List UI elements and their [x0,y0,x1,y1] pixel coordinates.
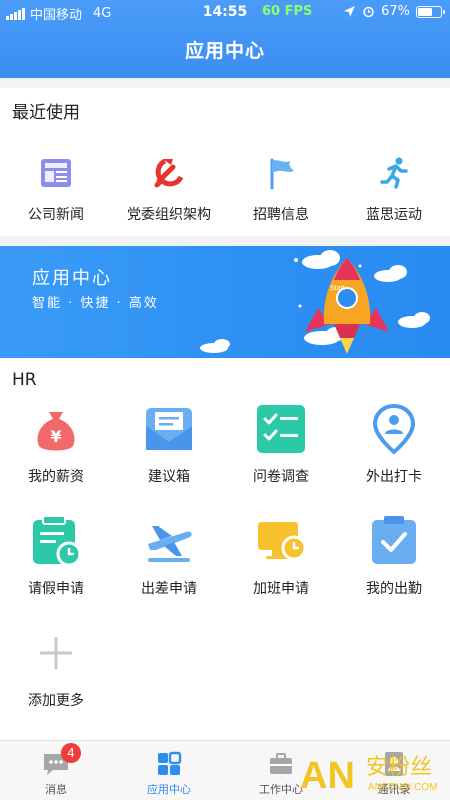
recent-item-label: 党委组织架构 [127,207,211,223]
message-icon: 4 [41,743,81,779]
recent-item-label: 蓝思运动 [366,207,422,223]
overtime-monitor-icon [254,514,308,568]
hr-item-label: 建议箱 [148,469,190,485]
party-emblem-icon [142,146,196,200]
hr-item-my-salary[interactable]: ¥ 我的薪资 [0,402,112,486]
apps-grid-icon [154,749,184,779]
news-icon [29,146,83,200]
hr-section: HR ¥ 我的薪资 建议箱 问卷调查 外出打卡 请假申请 出差申请 加班申请 我… [0,358,450,740]
location-pin-icon [367,402,421,456]
recent-item-recruitment[interactable]: 招聘信息 [225,146,337,224]
hr-item-leave-request[interactable]: 请假申请 [0,514,112,598]
attendance-clipboard-icon [367,514,421,568]
status-bar: 中国移动 4G 14:55 60 FPS 67% [0,0,450,26]
hr-item-label: 出差申请 [141,581,197,597]
svg-text:安粉丝: 安粉丝 [366,755,432,780]
airplane-icon [142,514,196,568]
plus-icon [29,626,83,680]
hr-item-label: 问卷调查 [253,469,309,485]
app-header: 中国移动 4G 14:55 60 FPS 67% 应用中心 [0,0,450,78]
svg-text:¥: ¥ [50,427,61,446]
rocket-start-text: Start [330,285,345,292]
hr-item-label: 加班申请 [253,581,309,597]
hr-item-add-more[interactable]: 添加更多 [0,626,112,710]
recent-item-party-org[interactable]: 党委组织架构 [113,146,225,224]
hr-item-label: 我的出勤 [366,581,422,597]
hr-item-label: 请假申请 [28,581,84,597]
recent-item-company-news[interactable]: 公司新闻 [0,146,112,224]
hr-item-label: 我的薪资 [28,469,84,485]
nav-item-app-center[interactable]: 应用中心 [113,741,225,800]
battery-percent: 67% [381,4,410,19]
hr-item-survey[interactable]: 问卷调查 [225,402,337,486]
alarm-icon [363,6,374,18]
battery-icon [416,5,445,18]
page-title: 应用中心 [184,40,265,62]
app-center-banner[interactable]: 应用中心 智能 · 快捷 · 高效 Start [0,246,450,358]
svg-text:AN: AN [300,755,355,797]
rocket-illustration: Start [200,250,430,354]
briefcase-icon [266,749,296,779]
hr-item-my-attendance[interactable]: 我的出勤 [338,514,450,598]
money-bag-icon: ¥ [29,402,83,456]
watermark-logo: AN 安粉丝 ANFENSI.COM [296,748,446,800]
svg-text:ANFENSI.COM: ANFENSI.COM [368,782,437,793]
recent-section-title: 最近使用 [12,103,80,123]
recent-item-label: 招聘信息 [253,207,309,223]
watermark-graphic: AN 安粉丝 ANFENSI.COM [300,755,437,797]
battery-fill [418,7,432,16]
fps-label: 60 FPS [262,4,313,19]
hr-item-business-trip[interactable]: 出差申请 [113,514,225,598]
recent-item-label: 公司新闻 [28,207,84,223]
recent-item-lansi-sports[interactable]: 蓝思运动 [338,146,450,224]
nav-item-messages[interactable]: 4 消息 [0,741,112,800]
checklist-icon [254,402,308,456]
hr-item-label: 添加更多 [28,693,84,709]
nav-label: 消息 [45,783,67,796]
location-arrow-icon [344,6,356,17]
hr-item-suggestion-box[interactable]: 建议箱 [113,402,225,486]
hr-item-field-checkin[interactable]: 外出打卡 [338,402,450,486]
hr-item-overtime-request[interactable]: 加班申请 [225,514,337,598]
recent-section: 最近使用 公司新闻 党委组织架构 招聘信息 蓝思运动 [0,88,450,236]
status-right: 67% [343,4,445,19]
flag-icon [254,146,308,200]
mailbox-icon [142,402,196,456]
leave-calendar-icon [29,514,83,568]
unread-badge: 4 [61,743,81,763]
nav-label: 应用中心 [147,783,191,796]
hr-item-label: 外出打卡 [366,469,422,485]
hr-section-title: HR [12,370,37,390]
running-icon [367,146,421,200]
